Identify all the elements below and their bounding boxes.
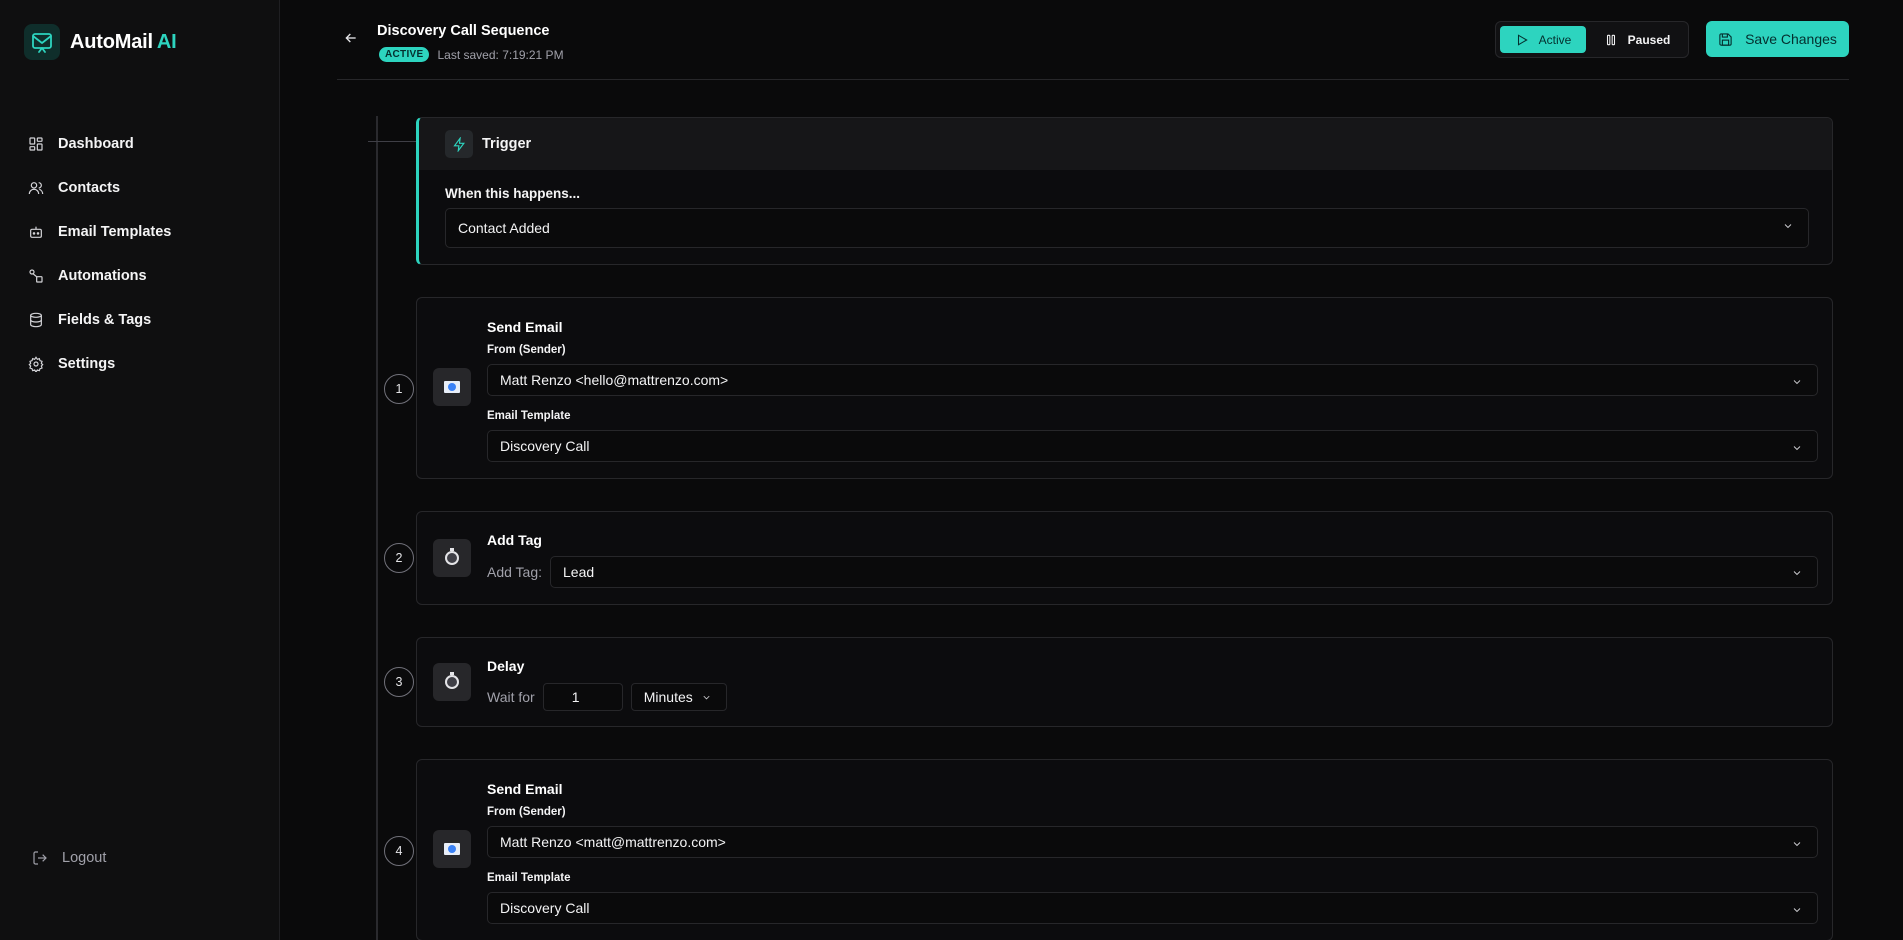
- trigger-label: When this happens...: [445, 186, 581, 201]
- tag-select-value: Lead: [563, 564, 595, 580]
- sidebar: AutoMail AI Dashboard Contacts Email Temp…: [0, 0, 280, 940]
- from-sender-select[interactable]: Matt Renzo <hello@mattrenzo.com>: [487, 364, 1818, 396]
- delay-unit-value: Minutes: [643, 689, 693, 705]
- logout-button[interactable]: Logout: [32, 850, 106, 866]
- envelope-icon: [433, 368, 471, 406]
- step-number-1: 1: [384, 374, 414, 404]
- chevron-down-icon: [1791, 566, 1803, 582]
- sidebar-item-dashboard[interactable]: Dashboard: [28, 122, 258, 166]
- step-title: Delay: [487, 658, 525, 674]
- sidebar-item-label: Automations: [58, 268, 147, 284]
- step-card-add-tag: Add Tag Add Tag: Lead: [416, 511, 1833, 605]
- step-number-2: 2: [384, 543, 414, 573]
- add-tag-label: Add Tag:: [487, 564, 543, 580]
- chevron-down-icon: [1791, 441, 1803, 453]
- chevron-down-icon: [1791, 375, 1803, 387]
- step-card-send-email-2: Send Email From (Sender) Matt Renzo <mat…: [416, 759, 1833, 940]
- logout-label: Logout: [62, 850, 107, 866]
- sidebar-item-email-templates[interactable]: Email Templates: [28, 210, 258, 254]
- chevron-down-icon: [1791, 903, 1803, 915]
- delay-unit-select[interactable]: Minutes: [630, 683, 727, 711]
- delay-row: Wait for Minutes: [487, 683, 727, 711]
- stopwatch-icon: [433, 539, 471, 577]
- trigger-select[interactable]: Contact Added: [445, 208, 1809, 248]
- logout-icon: [33, 851, 47, 865]
- email-template-label: Email Template: [487, 872, 571, 884]
- chevron-down-icon: [1791, 837, 1803, 849]
- wait-for-label: Wait for: [487, 689, 535, 705]
- paused-toggle-label: Paused: [1627, 32, 1671, 47]
- trigger-title: Trigger: [482, 136, 532, 152]
- sidebar-item-settings[interactable]: Settings: [28, 342, 258, 386]
- arrow-left-icon: [345, 33, 356, 43]
- gear-icon: [28, 356, 44, 372]
- app-root: AutoMail AI Dashboard Contacts Email Temp…: [0, 0, 1903, 940]
- sidebar-item-label: Dashboard: [58, 136, 134, 152]
- save-changes-button[interactable]: Save Changes: [1706, 21, 1849, 57]
- trigger-connector: [368, 141, 416, 142]
- status-toggle: Active Paused: [1495, 21, 1689, 58]
- bot-icon: [30, 226, 42, 238]
- sidebar-nav: Dashboard Contacts Email Templates Autom…: [28, 122, 258, 386]
- page-title: Discovery Call Sequence: [377, 23, 550, 39]
- from-sender-select[interactable]: Matt Renzo <matt@mattrenzo.com>: [487, 826, 1818, 858]
- mail-logo-icon: [24, 24, 60, 60]
- active-toggle-button[interactable]: Active: [1500, 26, 1586, 53]
- tag-select[interactable]: Lead: [550, 556, 1819, 588]
- lightning-icon: [445, 130, 473, 158]
- email-template-label: Email Template: [487, 410, 571, 422]
- sidebar-item-contacts[interactable]: Contacts: [28, 166, 258, 210]
- sidebar-item-label: Settings: [58, 356, 116, 372]
- trigger-header: Trigger: [419, 118, 1832, 170]
- paused-toggle-button[interactable]: Paused: [1590, 26, 1684, 53]
- dashboard-icon: [29, 137, 43, 151]
- trigger-card: Trigger When this happens... Contact Add…: [416, 117, 1833, 265]
- pause-icon: [1606, 34, 1615, 45]
- save-icon: [1719, 32, 1732, 46]
- back-button[interactable]: [343, 30, 361, 48]
- sidebar-item-label: Email Templates: [58, 224, 172, 240]
- save-changes-label: Save Changes: [1745, 31, 1837, 47]
- flow-timeline-line: [376, 116, 378, 940]
- users-icon: [28, 182, 44, 195]
- step-title: Send Email: [487, 319, 563, 335]
- from-sender-value: Matt Renzo <matt@mattrenzo.com>: [500, 834, 726, 850]
- play-icon: [1517, 33, 1528, 46]
- brand[interactable]: AutoMail AI: [24, 24, 177, 60]
- brand-name: AutoMail AI: [70, 30, 177, 54]
- step-card-send-email-1: Send Email From (Sender) Matt Renzo <hel…: [416, 297, 1833, 479]
- envelope-icon: [433, 830, 471, 868]
- email-template-select[interactable]: Discovery Call: [487, 892, 1818, 924]
- workflow-icon: [29, 269, 43, 283]
- step-card-delay: Delay Wait for Minutes: [416, 637, 1833, 727]
- from-sender-label: From (Sender): [487, 806, 566, 818]
- step-title: Send Email: [487, 781, 563, 797]
- save-meta: ACTIVE Last saved: 7:19:21 PM: [379, 47, 564, 62]
- sidebar-item-label: Fields & Tags: [58, 312, 152, 328]
- email-template-select[interactable]: Discovery Call: [487, 430, 1818, 462]
- trigger-select-value: Contact Added: [458, 220, 550, 236]
- active-toggle-label: Active: [1538, 32, 1572, 47]
- step-number-3: 3: [384, 667, 414, 697]
- sidebar-item-fields-tags[interactable]: Fields & Tags: [28, 298, 258, 342]
- stopwatch-icon: [433, 663, 471, 701]
- database-icon: [30, 312, 42, 328]
- email-template-value: Discovery Call: [500, 438, 590, 454]
- chevron-down-icon: [1782, 219, 1794, 231]
- page-header: Discovery Call Sequence ACTIVE Last save…: [337, 0, 1849, 80]
- delay-amount-input[interactable]: [542, 683, 623, 711]
- last-saved-text: Last saved: 7:19:21 PM: [437, 47, 564, 62]
- step-number-4: 4: [384, 836, 414, 866]
- status-badge: ACTIVE: [379, 47, 430, 62]
- chevron-down-icon: [703, 695, 710, 699]
- add-tag-row: Add Tag: Lead: [487, 556, 1819, 588]
- sidebar-item-label: Contacts: [58, 180, 121, 196]
- email-template-value: Discovery Call: [500, 900, 590, 916]
- sidebar-item-automations[interactable]: Automations: [28, 254, 258, 298]
- from-sender-label: From (Sender): [487, 344, 566, 356]
- brand-name-text: AutoMail: [70, 30, 153, 53]
- from-sender-value: Matt Renzo <hello@mattrenzo.com>: [500, 372, 729, 388]
- step-title: Add Tag: [487, 532, 542, 548]
- brand-suffix: AI: [156, 30, 177, 53]
